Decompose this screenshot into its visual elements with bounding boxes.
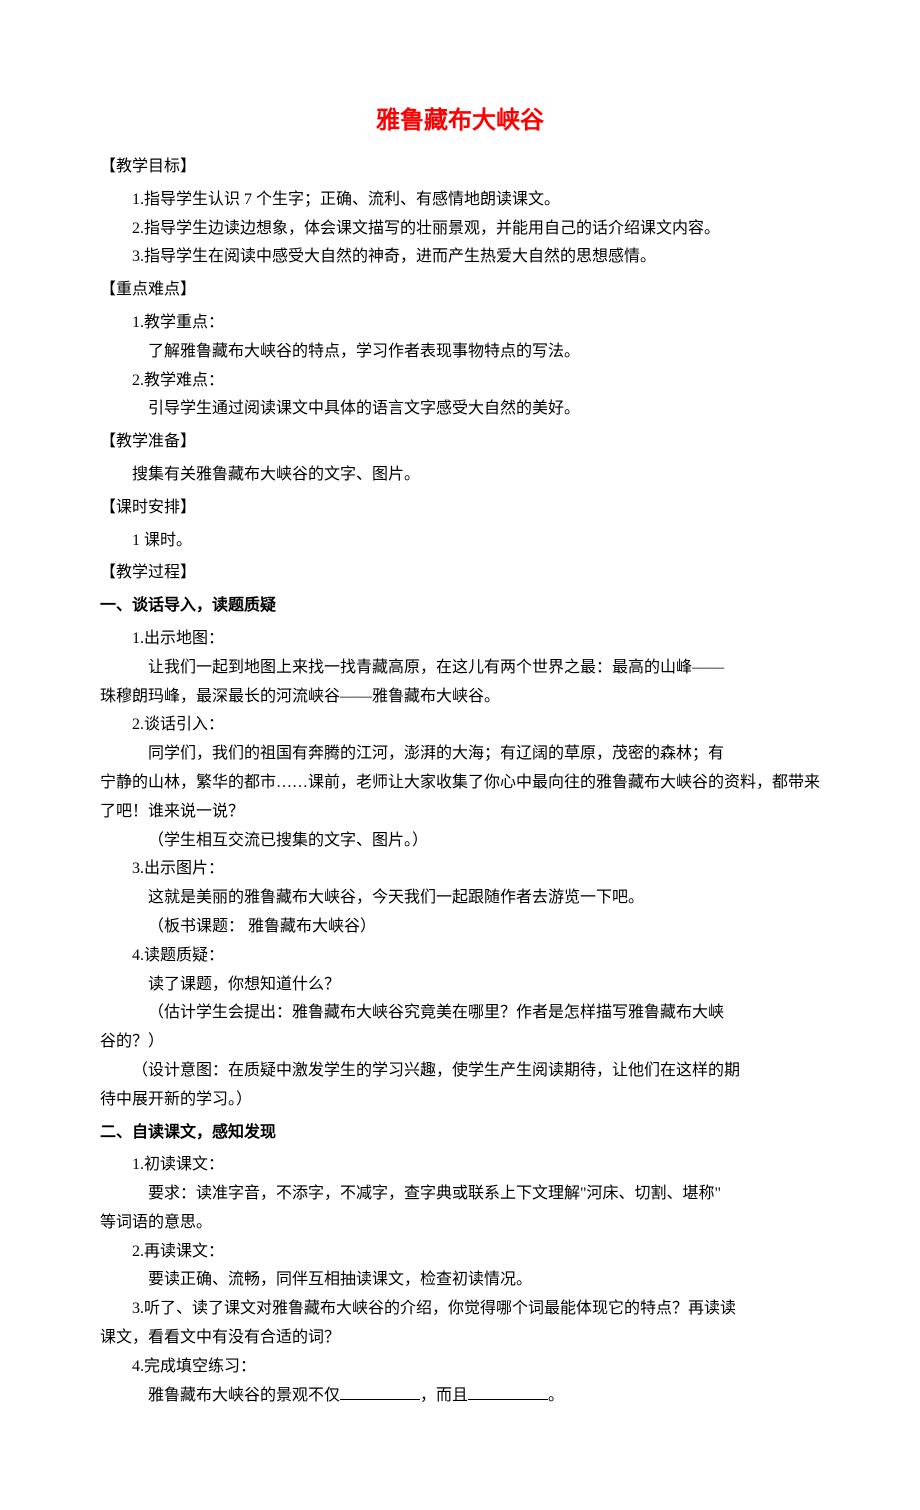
s1-2-body-a: 同学们，我们的祖国有奔腾的江河，澎湃的大海；有辽阔的草原，茂密的森林；有 [100,740,820,769]
s2-4-end: 。 [548,1387,564,1404]
s1-2-label: 2.谈话引入： [100,711,820,740]
s2-3-body-b: 课文，看看文中有没有合适的词？ [100,1324,820,1353]
s1-2-note: （学生相互交流已搜集的文字、图片。） [100,827,820,856]
s2-1-body-b: 等词语的意思。 [100,1209,820,1238]
kp2-body: 引导学生通过阅读课文中具体的语言文字感受大自然的美好。 [100,395,820,424]
s2-4-pre: 雅鲁藏布大峡谷的景观不仅 [148,1387,340,1404]
s2-2-label: 2.再读课文： [100,1238,820,1267]
s2-2-body: 要读正确、流畅，同伴互相抽读课文，检查初读情况。 [100,1266,820,1295]
kp1-body: 了解雅鲁藏布大峡谷的特点，学习作者表现事物特点的写法。 [100,338,820,367]
proc-header: 【教学过程】 [100,559,820,588]
s2-1-body-a: 要求：读准字音，不添字，不减字，查字典或联系上下文理解"河床、切割、堪称" [100,1180,820,1209]
s2-3-body-a: 3.听了、读了课文对雅鲁藏布大峡谷的介绍，你觉得哪个词最能体现它的特点？再读读 [100,1295,820,1324]
time-body: 1 课时。 [100,527,820,556]
time-header: 【课时安排】 [100,494,820,523]
s1-3-note: （板书课题： 雅鲁藏布大峡谷） [100,913,820,942]
s1-2-body-b: 宁静的山林，繁华的都市……课前，老师让大家收集了你心中最向往的雅鲁藏布大峡谷的资… [100,769,820,827]
prep-header: 【教学准备】 [100,428,820,457]
s1-4-est-b: 谷的？） [100,1028,820,1057]
s1-4-label: 4.读题质疑： [100,942,820,971]
s1-4-q: 读了课题，你想知道什么？ [100,971,820,1000]
goal-item-3: 3.指导学生在阅读中感受大自然的神奇，进而产生热爱大自然的思想感情。 [100,243,820,272]
goal-item-1: 1.指导学生认识 7 个生字；正确、流利、有感情地朗读课文。 [100,186,820,215]
section1-header: 一、谈话导入，读题质疑 [100,592,820,621]
s2-4-mid: ，而且 [420,1387,468,1404]
s1-4-est-a: （估计学生会提出：雅鲁藏布大峡谷究竟美在哪里？作者是怎样描写雅鲁藏布大峡 [100,999,820,1028]
s1-1-body-b: 珠穆朗玛峰，最深最长的河流峡谷——雅鲁藏布大峡谷。 [100,683,820,712]
keypoints-header: 【重点难点】 [100,276,820,305]
s2-4-fill: 雅鲁藏布大峡谷的景观不仅 ，而且 。 [100,1382,820,1411]
goals-header: 【教学目标】 [100,153,820,182]
section2-header: 二、自读课文，感知发现 [100,1119,820,1148]
s1-1-label: 1.出示地图： [100,625,820,654]
s1-3-body: 这就是美丽的雅鲁藏布大峡谷，今天我们一起跟随作者去游览一下吧。 [100,884,820,913]
prep-body: 搜集有关雅鲁藏布大峡谷的文字、图片。 [100,461,820,490]
s1-1-body-a: 让我们一起到地图上来找一找青藏高原，在这儿有两个世界之最：最高的山峰—— [100,654,820,683]
kp2-label: 2.教学难点： [100,367,820,396]
goal-item-2: 2.指导学生边读边想象，体会课文描写的壮丽景观，并能用自己的话介绍课文内容。 [100,215,820,244]
s2-4-label: 4.完成填空练习： [100,1353,820,1382]
blank-1 [340,1385,420,1400]
blank-2 [468,1385,548,1400]
s1-4-design-a: （设计意图：在质疑中激发学生的学习兴趣，使学生产生阅读期待，让他们在这样的期 [100,1057,820,1086]
document-page: 雅鲁藏布大峡谷 【教学目标】 1.指导学生认识 7 个生字；正确、流利、有感情地… [0,0,920,1510]
s1-4-design-b: 待中展开新的学习。） [100,1086,820,1115]
s2-1-label: 1.初读课文： [100,1151,820,1180]
document-title: 雅鲁藏布大峡谷 [100,100,820,135]
kp1-label: 1.教学重点： [100,309,820,338]
s1-3-label: 3.出示图片： [100,855,820,884]
